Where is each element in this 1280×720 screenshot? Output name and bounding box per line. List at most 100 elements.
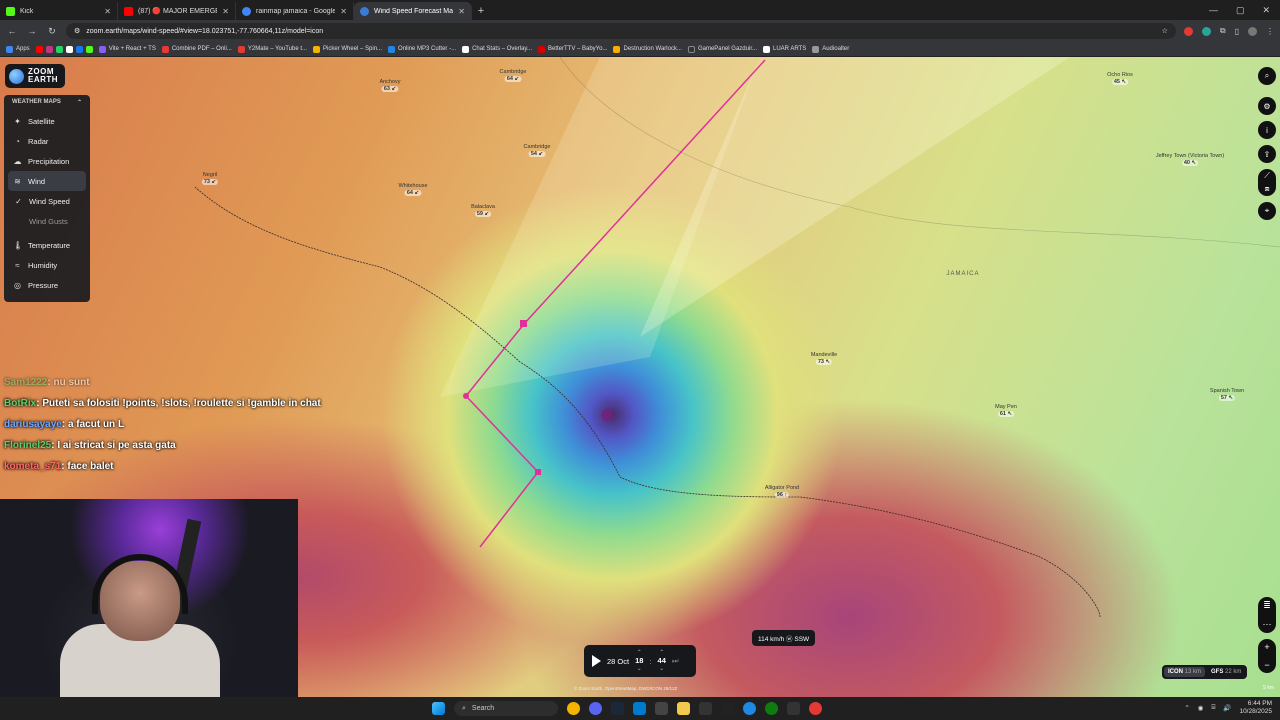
town-marker[interactable]: Mandeville 73 ↖: [811, 352, 837, 365]
crop-icon[interactable]: ⧈: [1264, 184, 1269, 194]
model-gfs-button[interactable]: GFS 22 km: [1207, 667, 1245, 677]
town-marker[interactable]: Cambridge 64 ↙: [500, 69, 526, 82]
back-icon[interactable]: ←: [6, 26, 18, 36]
browser-tab[interactable]: (87) 🔴 MAJOR EMERGEN... ✕: [118, 2, 236, 20]
info-icon[interactable]: i: [1258, 121, 1276, 139]
model-icon-button[interactable]: ICON 13 km: [1164, 667, 1206, 677]
down-chevron-icon[interactable]: ⌄: [659, 665, 664, 673]
extensions-puzzle-icon[interactable]: ⧉: [1220, 26, 1226, 36]
zoom-out-icon[interactable]: −: [1264, 660, 1269, 670]
bookmark-item[interactable]: LUAR ARTS: [762, 45, 806, 53]
wind-map[interactable]: ZOOM EARTH WEATHER MAPS ⌃ ✦ Satellite ◔ Rada…: [0, 57, 1280, 697]
reload-icon[interactable]: ↻: [46, 26, 58, 37]
new-tab-button[interactable]: +: [472, 2, 490, 20]
locate-icon[interactable]: ⌖: [1258, 202, 1276, 220]
zoom-earth-logo[interactable]: ZOOM EARTH: [5, 64, 65, 88]
bookmark-item[interactable]: Vite + React + TS: [98, 45, 156, 53]
app-icon[interactable]: [699, 702, 712, 715]
address-bar[interactable]: ⚙ zoom.earth/maps/wind-speed/#view=18.02…: [66, 23, 1176, 39]
town-marker[interactable]: Jeffrey Town (Victoria Town) 40 ↖: [1155, 153, 1225, 166]
profile-avatar[interactable]: [1248, 26, 1257, 36]
hour-stepper[interactable]: ⌃ 18 ⌄: [635, 649, 643, 673]
down-chevron-icon[interactable]: ⌄: [637, 665, 642, 673]
play-icon[interactable]: [592, 655, 601, 667]
bookmark-item[interactable]: Y2Mate – YouTube t...: [237, 45, 307, 53]
discord-icon[interactable]: [589, 702, 602, 715]
close-tab-icon[interactable]: ✕: [104, 7, 111, 16]
layer-satellite[interactable]: ✦ Satellite: [4, 111, 90, 131]
town-marker[interactable]: Negril 73 ↙: [201, 172, 219, 185]
close-window-icon[interactable]: ✕: [1262, 5, 1270, 16]
bookmark-star-icon[interactable]: ☆: [1162, 27, 1168, 35]
vscode-icon[interactable]: [633, 702, 646, 715]
town-marker[interactable]: May Pen 61 ↖: [995, 404, 1017, 417]
storm-track-point[interactable]: [463, 393, 469, 399]
bookmark-item[interactable]: Combine PDF – Onli...: [161, 45, 232, 53]
steam-icon[interactable]: [611, 702, 624, 715]
town-marker[interactable]: Alligator Pond 96 ↑: [765, 485, 799, 498]
app-icon[interactable]: [809, 702, 822, 715]
map-attribution[interactable]: © Zoom Earth, OpenStreetMap, DWD/ICON 28…: [574, 686, 677, 691]
extension-icon[interactable]: [1183, 26, 1193, 36]
skip-end-icon[interactable]: ⏭: [672, 656, 679, 666]
bookmark-item[interactable]: Picker Wheel – Spin...: [313, 45, 382, 53]
minute-stepper[interactable]: ⌃ 44 ⌄: [658, 649, 666, 673]
sidebar-icon[interactable]: ▯: [1235, 27, 1239, 36]
layer-wind-gusts[interactable]: Wind Gusts: [4, 211, 90, 231]
town-marker[interactable]: Ocho Rios 45 ↖: [1107, 72, 1133, 85]
app-icon[interactable]: [655, 702, 668, 715]
settings-gear-icon[interactable]: ⚙: [1258, 97, 1276, 115]
measure-icon[interactable]: ⟋: [1264, 171, 1270, 181]
bookmark-apps[interactable]: Apps: [6, 45, 30, 53]
collapse-chevron-icon[interactable]: ⌃: [77, 99, 82, 106]
layer-wind-speed[interactable]: ✓ Wind Speed: [4, 191, 90, 211]
menu-kebab-icon[interactable]: ⋮: [1266, 27, 1274, 36]
bookmark-icons-row[interactable]: [35, 45, 93, 53]
bookmark-item[interactable]: Audioalter: [812, 45, 849, 53]
town-marker[interactable]: Whitehouse 64 ↙: [398, 183, 428, 196]
xbox-icon[interactable]: [765, 702, 778, 715]
layer-radar[interactable]: ◔ Radar: [4, 131, 90, 151]
windows-start-icon[interactable]: [432, 702, 445, 715]
share-icon[interactable]: ⇪: [1258, 145, 1276, 163]
bookmark-item[interactable]: Chat Stats – Overlay...: [462, 45, 532, 53]
layer-precipitation[interactable]: ☁ Precipitation: [4, 151, 90, 171]
date-field[interactable]: 28 Oct: [607, 657, 629, 666]
layer-wind[interactable]: ≋ Wind: [8, 171, 86, 191]
minimize-icon[interactable]: —: [1209, 5, 1218, 15]
volume-icon[interactable]: 🔊: [1223, 704, 1231, 712]
chrome-icon[interactable]: [567, 702, 580, 715]
town-marker[interactable]: Anchovy 63 ↙: [379, 79, 401, 92]
storm-track-point[interactable]: [535, 469, 541, 475]
site-info-icon[interactable]: ⚙: [74, 27, 80, 35]
app-icon[interactable]: [743, 702, 756, 715]
app-icon[interactable]: [721, 702, 734, 715]
layer-humidity[interactable]: ≈ Humidity: [4, 255, 90, 275]
maximize-icon[interactable]: ▢: [1236, 5, 1245, 16]
file-explorer-icon[interactable]: [677, 702, 690, 715]
browser-tab[interactable]: rainmap jamaica - Google Sear... ✕: [236, 2, 354, 20]
town-marker[interactable]: Cambridge 54 ↙: [524, 144, 550, 157]
close-tab-icon[interactable]: ✕: [340, 7, 347, 16]
tray-chevron-icon[interactable]: ⌃: [1184, 704, 1189, 712]
bookmark-item[interactable]: BetterTTV – BabyYo...: [538, 45, 607, 53]
bookmark-item[interactable]: Online MP3 Cutter -...: [388, 45, 456, 53]
zoom-in-icon[interactable]: +: [1264, 642, 1269, 652]
browser-tab-active[interactable]: Wind Speed Forecast Map | Zo... ✕: [354, 2, 472, 20]
taskbar-search[interactable]: ⌕ Search: [454, 701, 558, 716]
bookmark-item[interactable]: GamePanel Gazduir...: [687, 45, 757, 53]
layers-icon[interactable]: ≣: [1263, 600, 1271, 611]
forward-icon[interactable]: →: [26, 26, 38, 36]
layer-pressure[interactable]: ◎ Pressure: [4, 275, 90, 295]
extension-icon[interactable]: [1201, 26, 1211, 36]
tray-app-icon[interactable]: ◉: [1198, 704, 1204, 712]
town-marker[interactable]: Balaclava 59 ↙: [471, 204, 495, 217]
system-clock[interactable]: 6:44 PM 10/28/2025: [1239, 700, 1272, 716]
search-icon[interactable]: ⌕: [1258, 67, 1276, 85]
close-tab-icon[interactable]: ✕: [458, 7, 465, 16]
storm-track-point[interactable]: [520, 320, 527, 327]
town-marker[interactable]: Spanish Town 57 ↖: [1210, 388, 1244, 401]
bookmark-item[interactable]: Destruction Warlock...: [613, 45, 682, 53]
close-tab-icon[interactable]: ✕: [222, 7, 229, 16]
network-icon[interactable]: ⌸: [1211, 704, 1215, 712]
